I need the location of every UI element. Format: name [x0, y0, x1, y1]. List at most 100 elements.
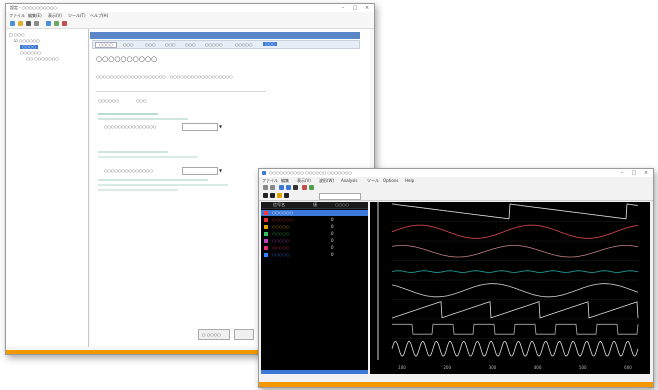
maximize-icon[interactable]: □	[631, 170, 637, 176]
cursor-icon[interactable]	[293, 185, 298, 190]
signal-value: 0	[331, 217, 334, 222]
maximize-icon[interactable]: □	[352, 5, 358, 11]
menu-item-view[interactable]: 表示(V)	[48, 14, 62, 18]
signal-row[interactable]: ○○○○○ 0	[261, 224, 368, 230]
menu-item-tools[interactable]: ツール	[367, 179, 379, 183]
tree-item[interactable]: ☑ ○○○○○○	[14, 39, 40, 43]
apply-button[interactable]: ○ ○○○○	[198, 329, 230, 340]
signal-name: ○○○○○	[272, 231, 290, 236]
signal-color-swatch	[264, 246, 268, 250]
config-window-title: 設定 - ○○○○○○○○○○	[10, 5, 57, 10]
sine-trace-2	[391, 245, 639, 258]
signal-row[interactable]: ○○○○○ 0	[261, 238, 368, 244]
scope-menubar: ファイル 編集 表示(V) 波形(W) Analysis ツール Options…	[259, 177, 653, 184]
unit-label: ▼	[219, 124, 223, 129]
menu-item-edit[interactable]: 編集	[281, 179, 289, 183]
tab[interactable]: ○○○	[145, 43, 155, 47]
time-tick-label: 200	[443, 365, 451, 370]
check-icon[interactable]	[54, 21, 59, 26]
time-tick-label: 100	[398, 365, 406, 370]
signal-row[interactable]: ○○○○○ 0	[261, 245, 368, 251]
tab[interactable]: ○○○	[123, 43, 133, 47]
zoom-in-icon[interactable]	[279, 185, 284, 190]
menu-item-options[interactable]: Options	[383, 179, 398, 183]
tree-item[interactable]: □ ○○○	[9, 33, 25, 37]
tab[interactable]: ○○○	[185, 43, 195, 47]
print-icon[interactable]	[34, 21, 39, 26]
signal-color-swatch	[264, 239, 268, 243]
export-icon[interactable]	[284, 193, 289, 198]
menu-item-wave[interactable]: 波形(W)	[319, 179, 334, 183]
signal-row[interactable]: ○○○○○○ 0	[261, 217, 368, 223]
tree-item[interactable]: ○○○○○○	[20, 51, 41, 55]
ramp-trace	[391, 301, 639, 319]
tab-active[interactable]: ○○○	[263, 42, 278, 46]
hint-line	[98, 151, 168, 153]
menu-item-tools[interactable]: ツール(T)	[68, 14, 86, 18]
minimize-icon[interactable]: –	[340, 5, 346, 11]
hint-line	[98, 189, 178, 191]
header-extra: ○○○○	[335, 202, 349, 207]
menu-item-file[interactable]: ファイル	[262, 179, 278, 183]
hint-line	[98, 118, 188, 120]
signal-row[interactable]: ○○○○○ 0	[261, 252, 368, 258]
menu-item-help[interactable]: Help	[405, 179, 414, 183]
scope-toolbar-2	[259, 192, 653, 201]
signal-color-swatch	[264, 211, 268, 215]
config-titlebar: 設定 - ○○○○○○○○○○ – □ ×	[6, 4, 374, 12]
config-panel-header	[90, 32, 360, 39]
menu-item-analysis[interactable]: Analysis	[341, 179, 357, 183]
save-icon[interactable]	[26, 21, 31, 26]
sine-trace-3	[391, 283, 639, 298]
value-input[interactable]	[182, 123, 218, 131]
menu-item-edit[interactable]: 編集(E)	[28, 14, 42, 18]
open-icon[interactable]	[18, 21, 23, 26]
config-toolbar	[6, 19, 374, 29]
signal-color-swatch	[264, 225, 268, 229]
field-label: ○○○○○○	[98, 98, 119, 103]
tab[interactable]: ○○○○○	[235, 43, 252, 47]
tree-item-selected[interactable]: ○○○○	[20, 45, 38, 49]
waveform-pane: 100 200 300 400 500 600	[370, 202, 650, 374]
signal-color-swatch	[264, 218, 268, 222]
search-input[interactable]	[319, 193, 361, 200]
hint-line	[98, 113, 158, 115]
menu-item-file[interactable]: ファイル	[9, 14, 25, 18]
grid-icon[interactable]	[263, 193, 268, 198]
dropdown-icon[interactable]: ▼	[219, 169, 222, 173]
signal-name: ○○○○○	[272, 224, 290, 229]
header-name: 信号名	[273, 202, 285, 207]
tab[interactable]: ○○○	[165, 43, 175, 47]
table-icon[interactable]	[270, 193, 275, 198]
tab[interactable]: ○○○○○	[205, 43, 222, 47]
redo-icon[interactable]	[270, 185, 275, 190]
page-title: ○○○○○○○○○○	[96, 55, 158, 63]
tree-item[interactable]: ○○ ○○○○○○○	[26, 57, 59, 61]
signal-value: 0	[331, 252, 334, 257]
measure-icon[interactable]	[309, 185, 314, 190]
menu-item-view[interactable]: 表示(V)	[297, 179, 311, 183]
flat-trace	[391, 270, 639, 273]
signal-color-swatch	[264, 232, 268, 236]
minimize-icon[interactable]: –	[619, 170, 625, 176]
menu-item-help[interactable]: ヘルプ(H)	[90, 14, 108, 18]
run-icon[interactable]	[46, 21, 51, 26]
signal-list-scrollbar[interactable]	[261, 370, 368, 374]
signal-name: ○○○○○	[272, 245, 290, 250]
signal-list-pane: 信号名 値 ○○○○ ○○○○○○ ○○○○○○ 0 ○○○○○ 0 ○○○○○ 0 ○○○○…	[261, 202, 368, 374]
tab[interactable]: ○○○○	[95, 42, 117, 48]
stop-icon[interactable]	[62, 21, 67, 26]
new-icon[interactable]	[10, 21, 15, 26]
close-icon[interactable]: ×	[643, 170, 649, 176]
cancel-button[interactable]	[234, 329, 254, 340]
signal-name: ○○○○○○	[272, 217, 293, 222]
zoom-out-icon[interactable]	[286, 185, 291, 190]
close-icon[interactable]: ×	[364, 5, 370, 11]
signal-row[interactable]: ○○○○○○	[261, 210, 368, 216]
signal-icon[interactable]	[277, 193, 282, 198]
waveform-chart[interactable]: 100 200 300 400 500 600	[370, 202, 650, 374]
signal-row[interactable]: ○○○○○ 0	[261, 231, 368, 237]
marker-icon[interactable]	[302, 185, 307, 190]
undo-icon[interactable]	[263, 185, 268, 190]
value-input[interactable]	[182, 167, 218, 175]
